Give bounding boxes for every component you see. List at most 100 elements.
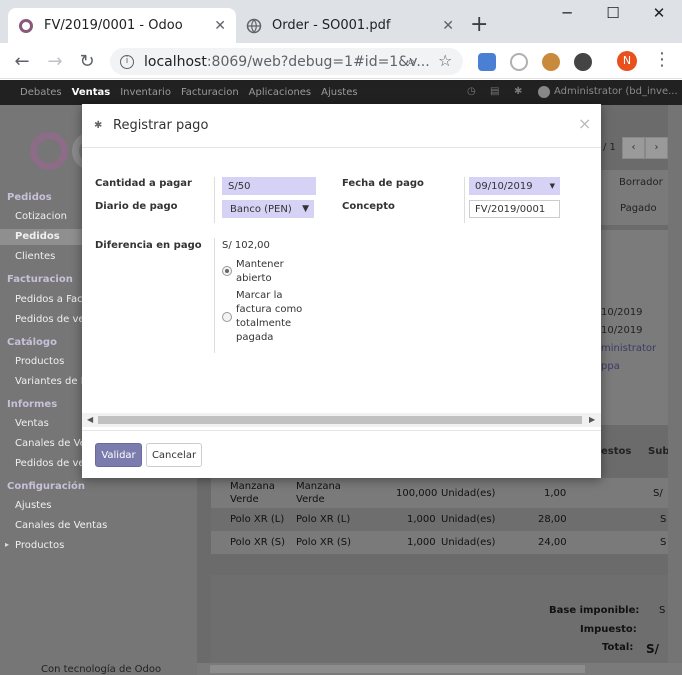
bug-icon[interactable]: ✱ <box>94 120 102 131</box>
menu-inventario[interactable]: Inventario <box>120 87 171 98</box>
cancel-button[interactable]: Cancelar <box>146 443 202 467</box>
cell-desc: Manzana Verde <box>296 481 341 505</box>
register-payment-dialog: ✱ Registrar pago × Cantidad a pagar S/50… <box>82 104 601 478</box>
tab-close-icon[interactable]: ✕ <box>442 18 454 34</box>
scroll-left-icon[interactable]: ◀ <box>87 415 93 424</box>
memo-input[interactable]: FV/2019/0001 <box>469 200 560 218</box>
odoo-favicon-icon <box>18 18 34 34</box>
sidebar-item-productos[interactable]: Productos <box>15 356 64 367</box>
mark-paid-radio[interactable] <box>222 312 232 322</box>
keep-open-radio[interactable] <box>222 266 232 276</box>
tab-close-icon[interactable]: ✕ <box>214 18 226 34</box>
tab-pdf[interactable]: Order - SO001.pdf ✕ <box>236 8 464 43</box>
cell-subtotal: S/ <box>653 487 663 499</box>
caret-right-icon: ▸ <box>5 540 10 549</box>
menu-ajustes[interactable]: Ajustes <box>321 87 357 98</box>
forward-arrow-icon[interactable]: → <box>44 51 66 72</box>
footer-divider <box>82 430 601 431</box>
dialog-horizontal-scrollbar[interactable]: ◀ ▶ <box>82 413 601 427</box>
sidebar-item-ventas[interactable]: Ventas <box>15 418 49 429</box>
scroll-right-icon[interactable]: ▶ <box>589 415 595 424</box>
translate-extension-icon[interactable] <box>478 53 496 71</box>
menu-debates[interactable]: Debates <box>20 87 62 98</box>
pager-next-button[interactable]: › <box>645 137 668 159</box>
scroll-thumb[interactable] <box>210 665 585 673</box>
sidebar-item-productos-config[interactable]: Productos <box>15 540 64 551</box>
keep-open-label[interactable]: Mantener abierto <box>236 258 296 286</box>
close-icon[interactable]: × <box>578 114 591 133</box>
dialog-title: Registrar pago <box>113 118 209 133</box>
cell-subtotal: S <box>660 514 667 525</box>
cell-qty: 1,000 <box>407 514 436 525</box>
browser-menu-icon[interactable]: ⋮ <box>653 49 671 70</box>
close-window-button[interactable]: ✕ <box>637 4 681 28</box>
tab-title: Order - SO001.pdf <box>272 18 391 33</box>
cookie-extension-icon[interactable] <box>542 53 560 71</box>
cell-qty: 1,000 <box>407 537 436 548</box>
journal-value: Banco (PEN) <box>230 203 292 215</box>
status-draft[interactable]: Borrador <box>619 177 663 188</box>
table-row[interactable]: Manzana Verde Manzana Verde 100,000 Unid… <box>211 478 671 508</box>
vertical-scrollbar[interactable] <box>668 105 682 663</box>
payment-difference-label: Diferencia en pago <box>95 240 202 251</box>
tab-title: FV/2019/0001 - Odoo <box>44 18 183 33</box>
clock-icon[interactable]: ◷ <box>467 86 476 97</box>
menu-ventas[interactable]: Ventas <box>72 87 111 98</box>
new-tab-button[interactable]: + <box>470 12 488 37</box>
dropdown-caret-icon: ▼ <box>302 204 309 214</box>
total-value: S/ <box>646 642 660 656</box>
amount-label: Cantidad a pagar <box>95 178 192 189</box>
table-row[interactable]: Polo XR (L) Polo XR (L) 1,000 Unidad(es)… <box>211 508 671 531</box>
divider <box>214 177 215 223</box>
journal-select[interactable]: Banco (PEN) ▼ <box>222 200 314 218</box>
reload-icon[interactable]: ↻ <box>76 51 98 72</box>
journal-label: Diario de pago <box>95 201 178 212</box>
zoom-icon[interactable]: ⌕ <box>407 52 415 70</box>
sidebar-item-ajustes[interactable]: Ajustes <box>15 500 51 511</box>
pager-value: / 1 <box>603 142 616 153</box>
url-path: :8069/web?debug=1#id=1&v... <box>206 53 430 70</box>
minimize-button[interactable]: ─ <box>545 4 589 28</box>
sidebar-item-canales[interactable]: Canales de Ve <box>15 438 86 449</box>
sales-team[interactable]: ppa <box>601 361 620 372</box>
pager-prev-button[interactable]: ‹ <box>622 137 645 159</box>
powered-by[interactable]: Con tecnología de Odoo <box>41 664 161 675</box>
cell-product: Polo XR (L) <box>230 514 285 525</box>
maximize-button[interactable]: ☐ <box>591 4 635 28</box>
memo-label: Concepto <box>342 201 395 212</box>
status-paid[interactable]: Pagado <box>620 203 657 214</box>
user-avatar <box>538 86 550 98</box>
bug-icon[interactable]: ✱ <box>514 86 522 97</box>
bookmark-star-icon[interactable]: ☆ <box>438 51 452 70</box>
payment-date-label: Fecha de pago <box>342 178 424 189</box>
sidebar-item-pedidos-report[interactable]: Pedidos de ve <box>15 458 85 469</box>
sidebar-item-clientes[interactable]: Clientes <box>15 251 55 262</box>
user-name[interactable]: Administrator (bd_inve... <box>554 86 678 97</box>
tab-odoo[interactable]: FV/2019/0001 - Odoo ✕ <box>8 8 236 43</box>
scroll-thumb[interactable] <box>98 416 582 424</box>
sidebar-item-cotizacion[interactable]: Cotizacion <box>15 211 67 222</box>
sidebar-item-pedidos[interactable]: Pedidos <box>15 231 60 242</box>
menu-aplicaciones[interactable]: Aplicaciones <box>249 87 311 98</box>
mark-paid-label[interactable]: Marcar la factura como totalmente pagada <box>236 289 308 345</box>
profile-avatar[interactable]: N <box>617 51 637 71</box>
back-arrow-icon[interactable]: ← <box>11 51 33 72</box>
sidebar-item-variantes[interactable]: Variantes de P <box>15 376 87 387</box>
validate-button[interactable]: Validar <box>95 443 142 467</box>
chat-icon[interactable]: ▤ <box>490 86 499 97</box>
payment-date-value: 09/10/2019 <box>475 180 533 192</box>
payment-difference-value: S/ 102,00 <box>222 240 270 251</box>
payment-date-input[interactable]: 09/10/2019 ▼ <box>469 177 560 195</box>
extension-icon[interactable] <box>510 53 528 71</box>
sidebar-item-pedidos-de-venta[interactable]: Pedidos de ve <box>15 314 85 325</box>
table-row[interactable]: Polo XR (S) Polo XR (S) 1,000 Unidad(es)… <box>211 531 671 554</box>
sidebar-item-canales-ventas[interactable]: Canales de Ventas <box>15 520 107 531</box>
sidebar-item-pedidos-a-facturar[interactable]: Pedidos a Fac <box>15 294 83 305</box>
amount-input[interactable]: S/50 <box>222 177 316 195</box>
url-host: localhost <box>144 53 207 70</box>
menu-facturacion[interactable]: Facturacion <box>181 87 239 98</box>
extension-icon[interactable] <box>574 53 592 71</box>
info-icon[interactable]: i <box>120 54 134 69</box>
salesperson[interactable]: ministrator <box>601 343 656 354</box>
cell-desc: Polo XR (S) <box>296 537 351 548</box>
